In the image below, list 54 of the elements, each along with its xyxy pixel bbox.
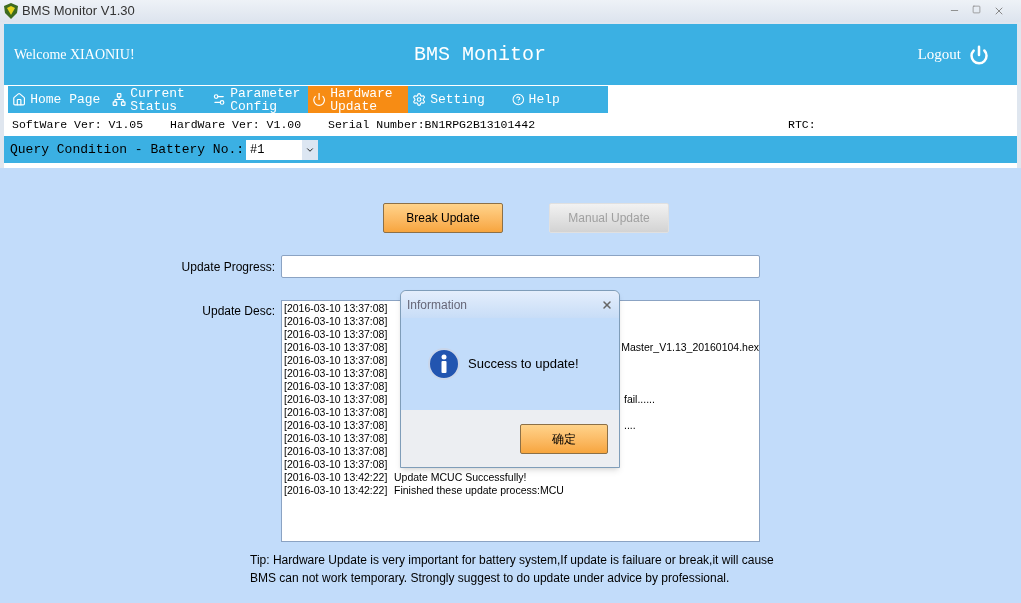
nav-tab[interactable]: Current Status [108, 86, 208, 113]
shield-logo-icon [4, 3, 18, 19]
log-message: Master_V1.13_20160104.hex [621, 341, 759, 354]
window-title: BMS Monitor V1.30 [22, 2, 135, 21]
power-icon[interactable] [969, 44, 989, 65]
close-icon[interactable] [993, 5, 1005, 17]
query-label: Query Condition - Battery No.: [10, 140, 245, 159]
info-icon [428, 348, 460, 380]
hardware-version: HardWare Ver: V1.00 [170, 116, 303, 133]
log-timestamp: [2016-03-10 13:37:08] [284, 315, 389, 328]
power-icon [312, 92, 327, 107]
log-timestamp: [2016-03-10 13:37:08] [284, 406, 389, 419]
nav-tab[interactable]: Home Page [8, 86, 108, 113]
log-timestamp: [2016-03-10 13:37:08] [284, 458, 389, 471]
log-timestamp: [2016-03-10 13:37:08] [284, 419, 389, 432]
logout-link[interactable]: Logout [917, 43, 961, 66]
nav-tab[interactable]: Help [508, 86, 598, 113]
log-timestamp: [2016-03-10 13:37:08] [284, 328, 389, 341]
log-message: Finished these update process:MCU [394, 484, 564, 497]
battery-select[interactable]: #1 [246, 139, 319, 160]
home-icon [12, 92, 27, 107]
log-timestamp: [2016-03-10 13:37:08] [284, 367, 389, 380]
serial-number: Serial Number:BN1RPG2B13101442 [328, 116, 537, 133]
gear-icon [412, 92, 427, 107]
log-timestamp: [2016-03-10 13:42:22] [284, 484, 389, 497]
log-message: Update MCUC Successfully! [394, 471, 527, 484]
welcome-text: Welcome XIAONIU! [14, 46, 136, 64]
app-title: BMS Monitor [414, 41, 548, 68]
log-message: fail...... [624, 393, 655, 406]
maximize-icon[interactable] [972, 5, 981, 14]
help-icon [512, 92, 525, 107]
progress-label: Update Progress: [180, 258, 276, 276]
ok-button[interactable]: 确定 [520, 423, 608, 454]
rtc-label: RTC: [788, 116, 816, 133]
nav-tab[interactable]: Parameter Config [208, 86, 308, 113]
log-message: .... [624, 419, 636, 432]
log-timestamp: [2016-03-10 13:37:08] [284, 432, 389, 445]
nav-tab[interactable]: Setting [408, 86, 508, 113]
dialog-message: Success to update! [468, 355, 579, 374]
log-timestamp: [2016-03-10 13:37:08] [284, 393, 389, 406]
close-button[interactable] [601, 298, 613, 311]
dialog-title: Information [407, 296, 468, 314]
log-timestamp: [2016-03-10 13:37:08] [284, 380, 389, 393]
log-timestamp: [2016-03-10 13:37:08] [284, 445, 389, 458]
tip-text: Tip: Hardware Update is very important for battery system,If update is failuare or break,it will cause BMS can not work temporary. Strongly suggest to do update under advice by professional. [250, 552, 775, 587]
nav-tab[interactable]: Hardware Update [308, 86, 408, 113]
log-timestamp: [2016-03-10 13:37:08] [284, 302, 389, 315]
action-button[interactable]: Break Update [383, 203, 503, 233]
network-icon [112, 92, 127, 107]
log-label: Update Desc: [201, 303, 276, 320]
log-timestamp: [2016-03-10 13:37:08] [284, 341, 389, 354]
software-version: SoftWare Ver: V1.05 [12, 116, 145, 133]
log-timestamp: [2016-03-10 13:37:08] [284, 354, 389, 367]
log-timestamp: [2016-03-10 13:42:22] [284, 471, 389, 484]
